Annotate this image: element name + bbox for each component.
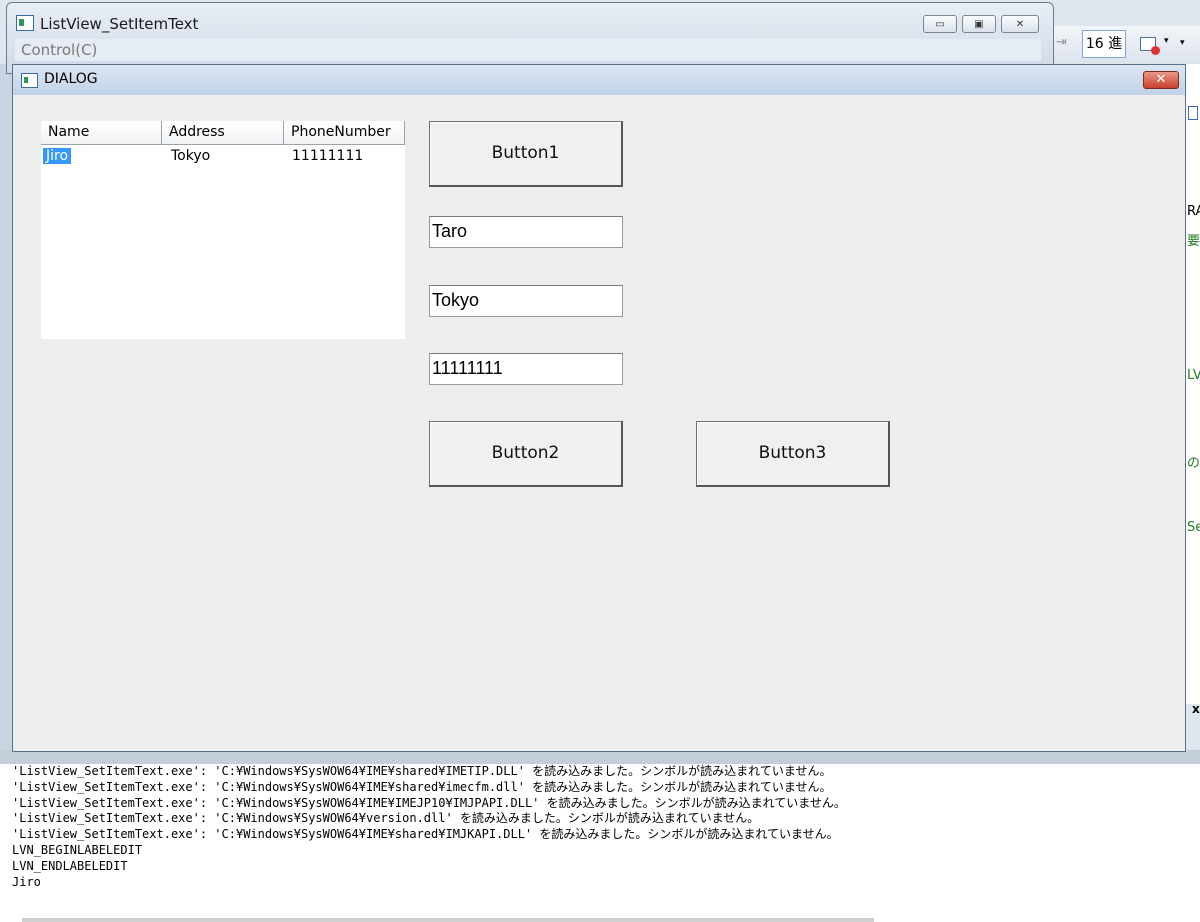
output-line: 'ListView_SetItemText.exe': 'C:¥Windows¥… — [12, 811, 760, 826]
list-item-address: Tokyo — [171, 148, 211, 164]
breakpoint-dropdown-button[interactable]: ▾ — [1134, 30, 1176, 58]
list-view[interactable]: Name Address PhoneNumber Jiro Tokyo 1111… — [41, 121, 405, 339]
output-line: 'ListView_SetItemText.exe': 'C:¥Windows¥… — [12, 827, 839, 842]
menu-bar: Control(C) — [15, 39, 1041, 61]
button2[interactable]: Button2 — [429, 421, 623, 487]
output-line: LVN_ENDLABELEDIT — [12, 858, 128, 873]
output-pane[interactable]: 'ListView_SetItemText.exe': 'C:¥Windows¥… — [0, 764, 1200, 922]
editor-text-fragment: RA — [1187, 204, 1200, 219]
phone-edit-field[interactable]: 11111111 — [429, 353, 623, 385]
maximize-button[interactable]: ▣ — [962, 15, 996, 33]
editor-comment-fragment: LVN — [1187, 368, 1200, 383]
hex-display-toggle[interactable]: 16 進 — [1082, 30, 1126, 58]
column-header-name[interactable]: Name — [41, 121, 162, 145]
dialog-close-button[interactable]: ✕ — [1143, 71, 1179, 89]
ide-editor-strip — [1184, 64, 1200, 704]
main-window-title: ListView_SetItemText — [40, 15, 199, 33]
ide-pane-divider — [0, 750, 1200, 764]
dialog-title-bar[interactable]: DIALOG ✕ — [13, 65, 1185, 95]
pane-close-icon[interactable]: x — [1192, 702, 1200, 716]
column-header-phone[interactable]: PhoneNumber — [284, 121, 405, 145]
breakpoint-window-icon — [1140, 37, 1160, 55]
chevron-down-icon: ▾ — [1164, 36, 1169, 46]
output-line: 'ListView_SetItemText.exe': 'C:¥Windows¥… — [12, 764, 832, 778]
editor-comment-fragment: の — [1187, 456, 1200, 471]
indent-icon[interactable]: ⇥ — [1056, 35, 1074, 53]
output-text: 'ListView_SetItemText.exe': 'C:¥Windows¥… — [12, 764, 846, 890]
button1[interactable]: Button1 — [429, 121, 623, 187]
output-horizontal-scrollbar[interactable] — [22, 918, 874, 922]
output-line: 'ListView_SetItemText.exe': 'C:¥Windows¥… — [12, 779, 832, 794]
address-edit-field[interactable]: Tokyo — [429, 285, 623, 317]
ide-toolbar — [1052, 26, 1200, 64]
button3[interactable]: Button3 — [696, 421, 890, 487]
editor-square-icon — [1188, 106, 1198, 120]
app-icon — [16, 15, 34, 31]
minimize-button[interactable]: ▭ — [923, 15, 957, 33]
list-item-name[interactable]: Jiro — [43, 148, 72, 164]
list-view-header: Name Address PhoneNumber — [41, 121, 405, 145]
output-line: 'ListView_SetItemText.exe': 'C:¥Windows¥… — [12, 795, 846, 810]
list-item[interactable]: Jiro Tokyo 11111111 — [41, 146, 405, 168]
editor-comment-fragment: Se — [1187, 520, 1200, 535]
dialog-title: DIALOG — [44, 71, 98, 87]
close-button[interactable]: ✕ — [1001, 15, 1039, 33]
list-item-phone: 11111111 — [292, 148, 364, 164]
editor-comment-fragment: 要 — [1187, 234, 1200, 249]
menu-control[interactable]: Control(C) — [21, 41, 97, 59]
name-edit-field[interactable]: Taro — [429, 216, 623, 248]
column-header-address[interactable]: Address — [162, 121, 284, 145]
output-line: Jiro — [12, 874, 41, 889]
dialog-app-icon — [21, 73, 38, 88]
output-line: LVN_BEGINLABELEDIT — [12, 842, 143, 857]
dialog-window: DIALOG ✕ Name Address PhoneNumber Jiro T… — [12, 64, 1186, 752]
toolbar-overflow-icon[interactable]: ▾ — [1180, 38, 1185, 48]
